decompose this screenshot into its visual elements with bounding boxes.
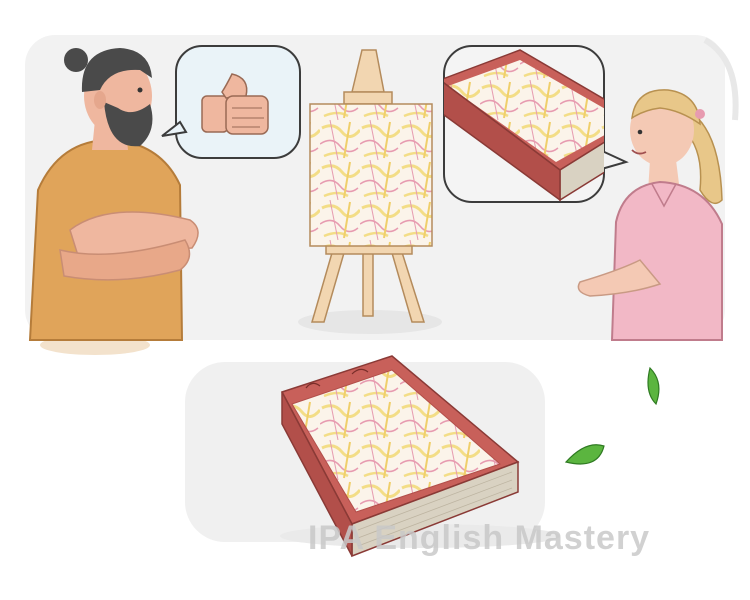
illustration-scene <box>25 35 739 558</box>
watermark-text: IPA English Mastery <box>308 519 651 557</box>
thumbs-up-bubble <box>161 45 301 159</box>
plant-leaf-icon <box>564 366 660 465</box>
